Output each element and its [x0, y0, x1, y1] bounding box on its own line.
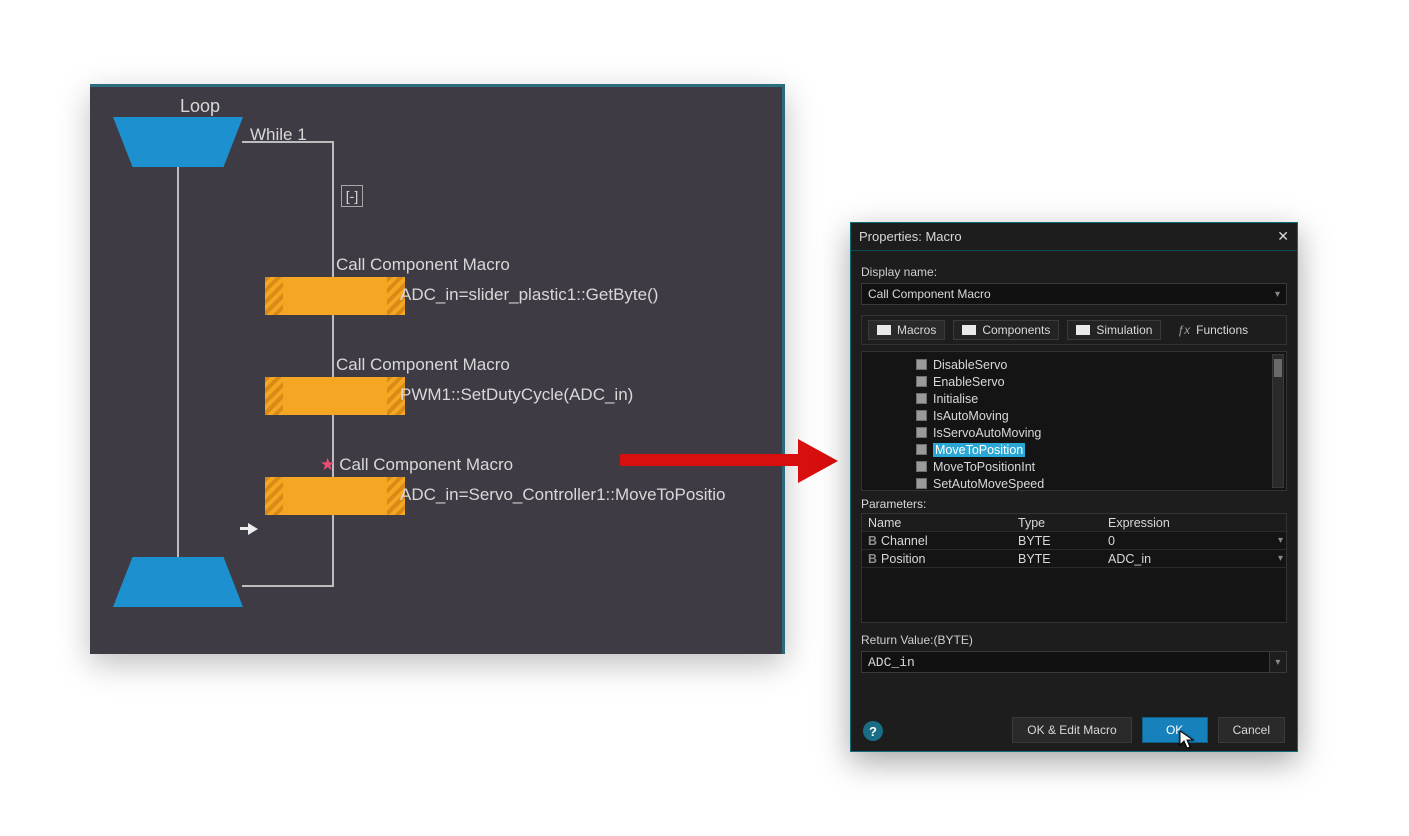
tab-simulation[interactable]: Simulation [1067, 320, 1161, 340]
return-value-input[interactable] [861, 651, 1270, 673]
tree-item-movetoposition[interactable]: MoveToPosition [888, 441, 1268, 458]
macro-block-1-title: Call Component Macro [336, 255, 510, 275]
macros-tab-icon [877, 325, 891, 335]
tree-item-initialise[interactable]: Initialise [888, 390, 1268, 407]
tree-item-disableservo[interactable]: DisableServo [888, 356, 1268, 373]
return-value-label: Return Value:(BYTE) [861, 633, 1287, 647]
tree-item-enableservo[interactable]: EnableServo [888, 373, 1268, 390]
display-name-label: Display name: [861, 265, 1287, 279]
macro-block-3-title: ★Call Component Macro [320, 455, 513, 475]
param-row-channel[interactable]: BChannelBYTE0▾ [862, 532, 1286, 550]
macro-block-3[interactable] [265, 477, 405, 515]
macro-stripe-icon [265, 377, 283, 415]
macro-block-1[interactable] [265, 277, 405, 315]
tree-item-setautomovespeed[interactable]: SetAutoMoveSpeed [888, 475, 1268, 491]
ok-edit-macro-button[interactable]: OK & Edit Macro [1012, 717, 1131, 743]
macro-node-icon [916, 478, 927, 489]
modified-star-icon: ★ [320, 455, 335, 474]
flowchart-canvas[interactable]: Loop While 1 [-] Call Component Macro AD… [90, 84, 785, 654]
macro-node-icon [916, 359, 927, 370]
components-tab-icon [962, 325, 976, 335]
loop-label: Loop [180, 96, 220, 117]
loop-end-block[interactable] [113, 557, 243, 607]
macro-block-2[interactable] [265, 377, 405, 415]
chevron-down-icon[interactable]: ▾ [1272, 553, 1286, 564]
loop-top-connector [242, 141, 334, 143]
cancel-button[interactable]: Cancel [1218, 717, 1285, 743]
ok-button[interactable]: OK [1142, 717, 1208, 743]
param-row-position[interactable]: BPositionBYTEADC_in▾ [862, 550, 1286, 568]
insert-arrow-icon [248, 523, 258, 535]
macro-node-icon [916, 444, 927, 455]
parameters-label: Parameters: [861, 497, 1287, 511]
tree-item-movetopositionint[interactable]: MoveToPositionInt [888, 458, 1268, 475]
macro-node-icon [916, 410, 927, 421]
tree-item-isautomoving[interactable]: IsAutoMoving [888, 407, 1268, 424]
macro-block-1-sub: ADC_in=slider_plastic1::GetByte() [400, 285, 658, 305]
chevron-down-icon[interactable]: ▾ [1272, 535, 1286, 546]
macro-node-icon [916, 461, 927, 472]
tab-components[interactable]: Components [953, 320, 1059, 340]
macro-node-icon [916, 427, 927, 438]
collapse-toggle[interactable]: [-] [341, 185, 363, 207]
loop-main-line [332, 143, 334, 585]
display-name-input[interactable]: Call Component Macro ▾ [861, 283, 1287, 305]
close-icon[interactable]: ✕ [1277, 228, 1289, 245]
parameters-table: Name Type Expression BChannelBYTE0▾BPosi… [861, 513, 1287, 623]
chevron-down-icon[interactable]: ▾ [1275, 289, 1280, 300]
dialog-titlebar[interactable]: Properties: Macro ✕ [851, 223, 1297, 251]
loop-start-block[interactable] [113, 117, 243, 167]
macro-node-icon [916, 393, 927, 404]
params-header-row: Name Type Expression [862, 514, 1286, 532]
macro-block-3-sub: ADC_in=Servo_Controller1::MoveToPositio [400, 485, 726, 505]
macro-tree[interactable]: DisableServoEnableServoInitialiseIsAutoM… [861, 351, 1287, 491]
chevron-down-icon[interactable]: ▾ [1270, 651, 1287, 673]
tab-macros[interactable]: Macros [868, 320, 945, 340]
dialog-button-row: OK & Edit Macro OK Cancel [851, 717, 1297, 743]
dialog-title: Properties: Macro [859, 229, 962, 244]
macro-stripe-icon [265, 277, 283, 315]
loop-side-line [177, 167, 179, 557]
macro-block-2-sub: PWM1::SetDutyCycle(ADC_in) [400, 385, 633, 405]
macro-stripe-icon [265, 477, 283, 515]
insert-arrow-stem [240, 527, 248, 530]
tree-item-isservoautomoving[interactable]: IsServoAutoMoving [888, 424, 1268, 441]
macro-properties-dialog: Properties: Macro ✕ Display name: Call C… [850, 222, 1298, 752]
simulation-tab-icon [1076, 325, 1090, 335]
functions-fx-icon: ƒx [1177, 323, 1190, 337]
macro-node-icon [916, 376, 927, 387]
macro-block-2-title: Call Component Macro [336, 355, 510, 375]
tree-scrollbar[interactable] [1272, 354, 1284, 488]
panel-tabset: Macros Components Simulation ƒx Function… [861, 315, 1287, 345]
loop-bottom-connector [242, 585, 334, 587]
tab-functions[interactable]: ƒx Functions [1169, 321, 1256, 339]
